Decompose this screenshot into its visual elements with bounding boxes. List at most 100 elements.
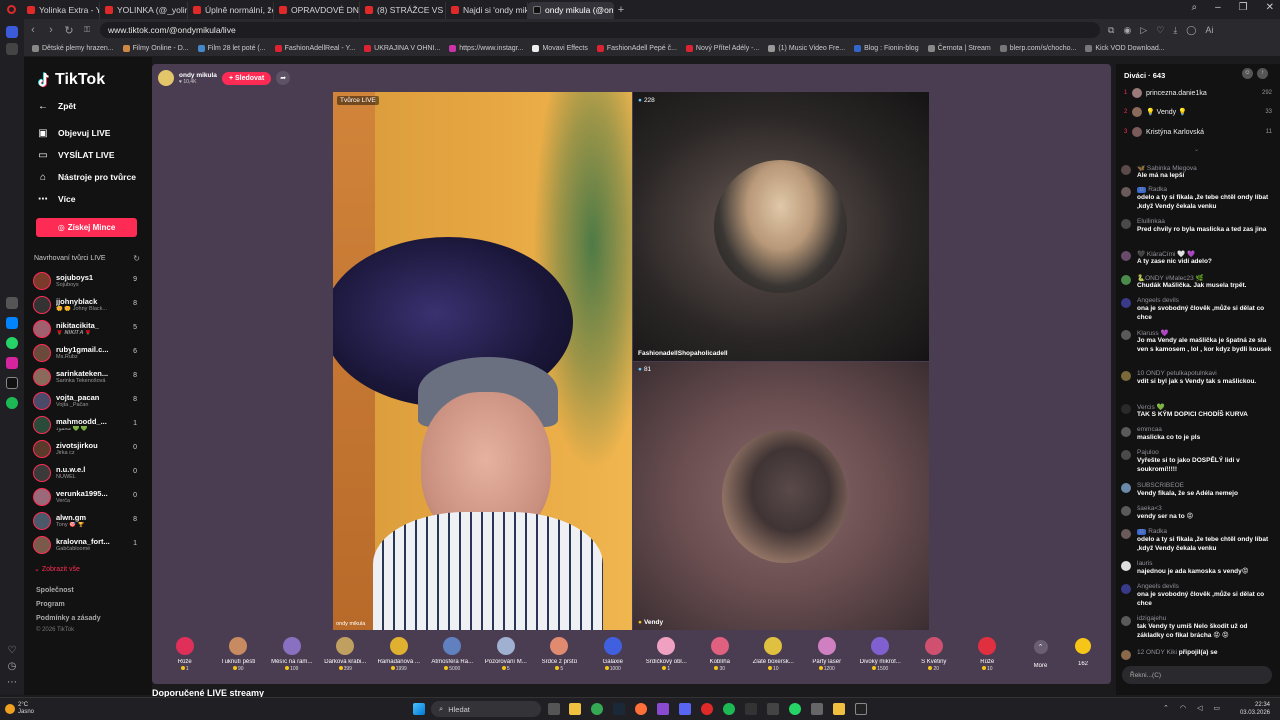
weather-widget[interactable]: 2°C Jasno (18, 702, 34, 716)
chat-username[interactable]: lauris (1137, 560, 1153, 567)
top-viewer[interactable]: 1 princezna.danie1ka 292 (1124, 86, 1272, 100)
heart-icon[interactable]: ♡ (6, 645, 18, 657)
creator-item[interactable]: kralovna_fort... Gabčabloomé 1 (33, 534, 143, 556)
avatar[interactable] (1121, 371, 1131, 381)
chat-username[interactable]: Vercis 💚 (1137, 404, 1165, 411)
browser-tab[interactable]: Najdi si 'ondy mikula' na (446, 1, 528, 19)
ai-icon[interactable]: Ai (1205, 25, 1213, 36)
browser-tab[interactable]: OPRAVDOVÉ DNO POD D (274, 1, 360, 19)
forward-icon[interactable]: › (42, 24, 60, 36)
gift-item[interactable]: Atmosféra Ra... 5000 (426, 631, 480, 672)
send-icon[interactable]: ↑ (1257, 67, 1268, 79)
gift-item[interactable]: Ramadánová ... 1999 (372, 631, 426, 672)
steam-icon[interactable] (613, 703, 625, 715)
chat-username[interactable]: Angeels devils (1137, 583, 1179, 590)
app-icon[interactable] (855, 703, 867, 715)
emoji-icon[interactable]: ☺ (1242, 67, 1253, 79)
back-icon[interactable]: ‹ (24, 24, 42, 36)
tiktok-logo[interactable]: TikTok (38, 71, 105, 89)
creator-item[interactable]: zivotsjirkou Jirka cz 0 (33, 438, 143, 460)
gift-item[interactable]: S Květiny 20 (907, 631, 961, 672)
chevron-up-icon[interactable]: ⌃ (1163, 704, 1169, 712)
clock[interactable]: 22:34 03.03.2026 (1240, 701, 1270, 717)
coin-balance[interactable]: 162 (1068, 636, 1098, 667)
avatar[interactable] (1121, 584, 1131, 594)
bookmark[interactable]: blerp.com/s/chocho... (999, 45, 1076, 52)
maximize-icon[interactable]: ❐ (1239, 2, 1248, 13)
task-view-icon[interactable] (548, 703, 560, 715)
chat-input[interactable]: Řekni...(C) (1122, 666, 1272, 684)
minimize-icon[interactable]: – (1215, 2, 1221, 13)
firefox-icon[interactable] (635, 703, 647, 715)
creator-item[interactable]: mahmoodd_... محمود 💚 💚 1 (33, 414, 143, 436)
nav-item-more[interactable]: ⋯ Více (38, 194, 76, 205)
browser-tab[interactable]: (8) STRÁŽCE VS FATDAD (360, 1, 446, 19)
battery-icon[interactable]: ▭ (1213, 704, 1220, 712)
search-tabs-icon[interactable]: ⌕ (1191, 2, 1197, 13)
chat-username[interactable]: Radka (1148, 528, 1167, 535)
footer-link-terms[interactable]: Podmínky a zásady (36, 615, 101, 622)
creator-item[interactable]: sarinkateken... Sarinka Tekenošová 8 (33, 366, 143, 388)
bookmark[interactable]: UKRAJINA V OHNI... (364, 45, 440, 52)
avatar[interactable] (1121, 650, 1131, 660)
app-icon[interactable] (767, 703, 779, 715)
creator-item[interactable]: nikitacikita_ 🌹 𝑵𝑰𝑲𝑰𝑻𝑨 🌹 5 (33, 318, 143, 340)
gift-item[interactable]: Zlaté boxersk... 10 (747, 631, 801, 672)
gift-item[interactable]: Měsíc na ram... 109 (265, 631, 319, 672)
bookmark-heart-icon[interactable]: ♡ (1156, 25, 1164, 36)
avatar[interactable] (1121, 561, 1131, 571)
instagram-icon[interactable] (6, 357, 18, 369)
url-field[interactable]: www.tiktok.com/@ondymikula/live (100, 22, 1100, 38)
avatar[interactable] (1121, 165, 1131, 175)
chat-username[interactable]: 10 ONDY petulkapotulnkavi (1137, 370, 1217, 377)
browser-tab[interactable]: Úplně normální, že pes n (188, 1, 274, 19)
footer-link-program[interactable]: Program (36, 601, 65, 608)
gift-item[interactable]: Dárková krabi... 399 (319, 631, 373, 672)
wifi-icon[interactable]: ◠ (1180, 704, 1186, 712)
nav-item-creator-tools[interactable]: ⌂ Nástroje pro tvůrce (38, 172, 136, 183)
chat-username[interactable]: Klaruss 💜 (1137, 330, 1169, 337)
browser-tab[interactable]: YOLINKA (@_yolinka) | Ti (100, 1, 188, 19)
creator-item[interactable]: n.u.w.e.l NUWEL 0 (33, 462, 143, 484)
profile-icon[interactable]: ◯ (1186, 25, 1196, 36)
whatsapp-icon[interactable] (6, 337, 18, 349)
pinboard-icon[interactable] (6, 43, 18, 55)
guest2-video[interactable]: ● 81 ● Vendy (633, 362, 929, 630)
creator-item[interactable]: ruby1gmail.c... Ms.Rubz 6 (33, 342, 143, 364)
gift-item[interactable]: Párty laser 1200 (800, 631, 854, 672)
chat-username[interactable]: 🐍ONDY #Malec23 🌿 (1137, 275, 1204, 282)
guest1-video[interactable]: ● 228 FashionadellShopaholicadell (633, 92, 929, 361)
gift-item[interactable]: Srdíčkový obl... 1 (640, 631, 694, 672)
gift-item[interactable]: Koblíha 30 (693, 631, 747, 672)
chat-username[interactable]: 12 ONDY Kiki (1137, 649, 1177, 656)
host-name[interactable]: ondy mikula (179, 72, 217, 79)
browser-tab-active[interactable]: ondy mikula (@ondy (528, 1, 614, 19)
bookmark[interactable]: FashionAdell Pepé č... (596, 45, 677, 52)
app-icon[interactable] (745, 703, 757, 715)
chevron-down-icon[interactable]: ⌄ (1194, 146, 1199, 153)
gift-item[interactable]: Růže 1 (158, 631, 212, 672)
chat-username[interactable]: Pajuloo (1137, 449, 1159, 456)
bookmark[interactable]: Dětské plemy hrazen... (32, 45, 114, 52)
bookmark[interactable]: (1) Music Video Fre... (768, 45, 845, 52)
browser-tab[interactable]: Yolinka Extra - YouTube (22, 1, 100, 19)
get-coins-button[interactable]: ◎ Získej Mince (36, 218, 137, 237)
workspaces-icon[interactable] (6, 297, 18, 309)
avatar[interactable] (1121, 427, 1131, 437)
chat-username[interactable]: Elullinkaa (1137, 218, 1165, 225)
avatar[interactable] (1121, 298, 1131, 308)
host-avatar[interactable] (158, 70, 174, 86)
more-icon[interactable]: ⋯ (6, 677, 18, 689)
avatar[interactable] (1121, 275, 1131, 285)
bookmark[interactable]: https://www.instagr... (449, 45, 523, 52)
gift-item[interactable]: Ťuknutí pěstí 90 (212, 631, 266, 672)
avatar[interactable] (1121, 330, 1131, 340)
file-explorer-icon[interactable] (569, 703, 581, 715)
reload-icon[interactable]: ↻ (60, 24, 78, 37)
show-all-link[interactable]: ⌄ Zobrazit vše (34, 565, 80, 573)
taskbar-search[interactable]: ⌕ Hledat (431, 701, 541, 717)
opera-icon[interactable] (701, 703, 713, 715)
spotify-icon[interactable] (6, 397, 18, 409)
back-button[interactable]: ← Zpět (38, 101, 76, 112)
bookmark[interactable]: Kick VOD Download... (1085, 45, 1165, 52)
